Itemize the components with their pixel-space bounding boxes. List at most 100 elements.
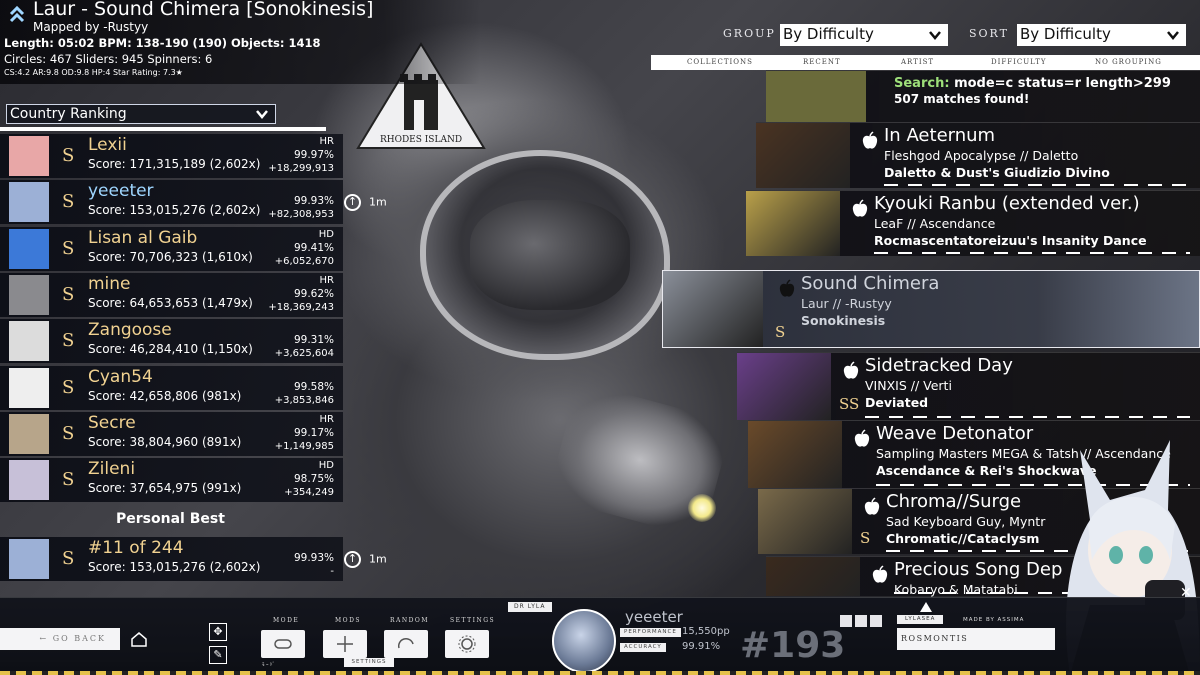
- score-diff: +6,052,670: [274, 255, 334, 267]
- group-select-value: By Difficulty: [783, 25, 874, 43]
- song-thumbnail: [758, 489, 852, 554]
- avatar: [9, 274, 49, 315]
- mode-button[interactable]: [261, 630, 305, 658]
- score-diff: +18,369,243: [268, 301, 334, 313]
- song-divider: [874, 252, 1190, 254]
- song-grade-badge: SS: [839, 395, 860, 413]
- chevron-up-icon[interactable]: [8, 4, 26, 24]
- apple-icon: [862, 131, 878, 149]
- settings-sub-label: SETTINGS: [344, 658, 394, 667]
- beatmap-info: Laur - Sound Chimera [Sonokinesis] Mappe…: [0, 0, 480, 84]
- song-thumbnail: [756, 123, 850, 188]
- beatmap-title: Laur - Sound Chimera [Sonokinesis]: [33, 0, 374, 20]
- song-grade-badge: S: [860, 529, 871, 547]
- accuracy-value: 99.97%: [293, 149, 334, 161]
- song-artist: Sad Keyboard Guy, Myntr: [886, 514, 1046, 529]
- tab-no-grouping[interactable]: NO GROUPING: [1095, 58, 1162, 66]
- go-back-button[interactable]: ← GO BACK: [0, 628, 120, 650]
- song-thumbnail: [663, 271, 763, 347]
- user-avatar[interactable]: [552, 609, 616, 673]
- tab-artist[interactable]: ARTIST: [901, 58, 934, 66]
- sort-label: SORT: [969, 27, 1009, 40]
- random-button[interactable]: [384, 630, 428, 658]
- avatar: [9, 460, 49, 501]
- ranking-divider: [0, 127, 326, 131]
- performance-label: PERFORMANCE: [620, 628, 681, 637]
- song-item[interactable]: Kyouki Ranbu (extended ver.) LeaF // Asce…: [746, 190, 1200, 256]
- song-title: Weave Detonator: [876, 423, 1034, 444]
- score-row[interactable]: S Lisan al Gaib Score: 70,706,323 (1,610x)…: [0, 226, 343, 271]
- options-icon[interactable]: ✥: [209, 623, 227, 641]
- song-artist: Laur // -Rustyy: [801, 296, 892, 311]
- song-thumbnail: [737, 353, 831, 420]
- tab-recent[interactable]: RECENT: [803, 58, 841, 66]
- apple-icon: [854, 429, 870, 447]
- grade-badge: S: [62, 422, 75, 444]
- tab-collections[interactable]: COLLECTIONS: [687, 58, 753, 66]
- song-artist: LeaF // Ascendance: [874, 216, 996, 231]
- user-name: yeeeter: [625, 608, 683, 626]
- made-by-credit: MADE BY ASSIMA: [963, 617, 1025, 623]
- player-name: Cyan54: [88, 366, 153, 387]
- grade-badge: S: [62, 376, 75, 398]
- close-icon[interactable]: ✕: [1180, 585, 1192, 601]
- arrow-up-icon: ↑: [344, 194, 361, 212]
- ranking-type-select[interactable]: Country Ranking: [6, 104, 276, 124]
- warning-icon: [920, 602, 932, 612]
- song-item[interactable]: In Aeternum Fleshgod Apocalypse // Dalett…: [756, 122, 1200, 188]
- apple-icon: [872, 565, 888, 583]
- song-artist: Kobaryo & Matatabi: [894, 582, 1018, 597]
- song-difficulty: Rocmascentatoreizuu's Insanity Dance: [874, 233, 1147, 248]
- avatar: [9, 321, 49, 362]
- score-row[interactable]: S Lexii Score: 171,315,189 (2,602x) HR 99.97…: [0, 134, 343, 178]
- settings-button[interactable]: [445, 630, 489, 658]
- song-item[interactable]: Sidetracked Day VINXIS // Verti Deviated SS: [737, 352, 1200, 420]
- beatmap-difficulty-stats: CS:4.2 AR:9.8 OD:9.8 HP:4 Star Rating: 7…: [4, 68, 183, 77]
- song-thumbnail: [748, 421, 842, 488]
- grade-badge: S: [62, 237, 75, 259]
- home-icon[interactable]: [130, 630, 148, 648]
- personal-best-row[interactable]: S #11 of 244 Score: 153,015,276 (2,602x) 99…: [0, 537, 343, 581]
- song-item-selected[interactable]: Sound Chimera Laur // -Rustyy Sonokinesis S: [662, 270, 1200, 348]
- sort-select[interactable]: By Difficulty: [1017, 24, 1186, 46]
- avatar: [9, 413, 49, 454]
- score-row[interactable]: Smine Score: 64,653,653 (1,479x) HR 99.62% +…: [0, 272, 343, 317]
- group-select[interactable]: By Difficulty: [780, 24, 948, 46]
- recent-time: 1m: [369, 552, 387, 566]
- status-icon: [870, 615, 882, 627]
- player-name: Lisan al Gaib: [88, 227, 198, 248]
- rosmontis-bar[interactable]: ROSMONTIS: [897, 628, 1055, 650]
- score-row[interactable]: S Cyan54 Score: 42,658,806 (981x) 99.58% +3,…: [0, 365, 343, 410]
- player-name: Secre: [88, 412, 136, 433]
- score-row[interactable]: S Secre Score: 38,804,960 (891x) HR 99.17% +1…: [0, 411, 343, 456]
- score-row[interactable]: Syeeeter Score: 153,015,276 (2,602x) 99.93…: [0, 180, 343, 225]
- performance-value: 15,550pp: [682, 626, 730, 637]
- score-diff: +3,625,604: [274, 348, 334, 360]
- grade-badge: S: [62, 548, 75, 569]
- status-icons: [840, 612, 885, 631]
- avatar: [9, 182, 49, 223]
- mods-badge: HR: [319, 413, 334, 425]
- cursor-glow: [688, 494, 716, 522]
- background-visor: [470, 200, 630, 310]
- tab-difficulty[interactable]: DIFFICULTY: [991, 58, 1046, 66]
- score-row[interactable]: S Zangoose Score: 46,284,410 (1,150x) 99.31…: [0, 319, 343, 364]
- edit-icon[interactable]: ✎: [209, 646, 227, 664]
- mods-button[interactable]: [323, 630, 367, 658]
- song-grade-badge: S: [775, 323, 786, 341]
- song-difficulty: Deviated: [865, 395, 929, 410]
- beatmap-length-bpm: Length: 05:02 BPM: 138-190 (190) Objects…: [4, 36, 321, 50]
- song-thumbnail: [746, 191, 840, 256]
- song-artist: Fleshgod Apocalypse // Daletto: [884, 148, 1079, 163]
- apple-icon: [779, 279, 795, 297]
- accuracy-value: 99.41%: [293, 241, 334, 254]
- go-back-label: GO BACK: [52, 634, 106, 643]
- song-thumbnail: [766, 557, 860, 596]
- song-title: Kyouki Ranbu (extended ver.): [874, 193, 1140, 214]
- lylasea-tag: LYLASEA: [897, 615, 944, 624]
- score-row[interactable]: S Zileni Score: 37,654,975 (991x) HD 98.75% +…: [0, 458, 343, 503]
- song-thumbnail: [766, 71, 866, 122]
- chevron-down-icon: [1167, 31, 1179, 40]
- player-name: #11 of 244: [88, 538, 184, 558]
- score-diff: +3,853,846: [274, 394, 334, 406]
